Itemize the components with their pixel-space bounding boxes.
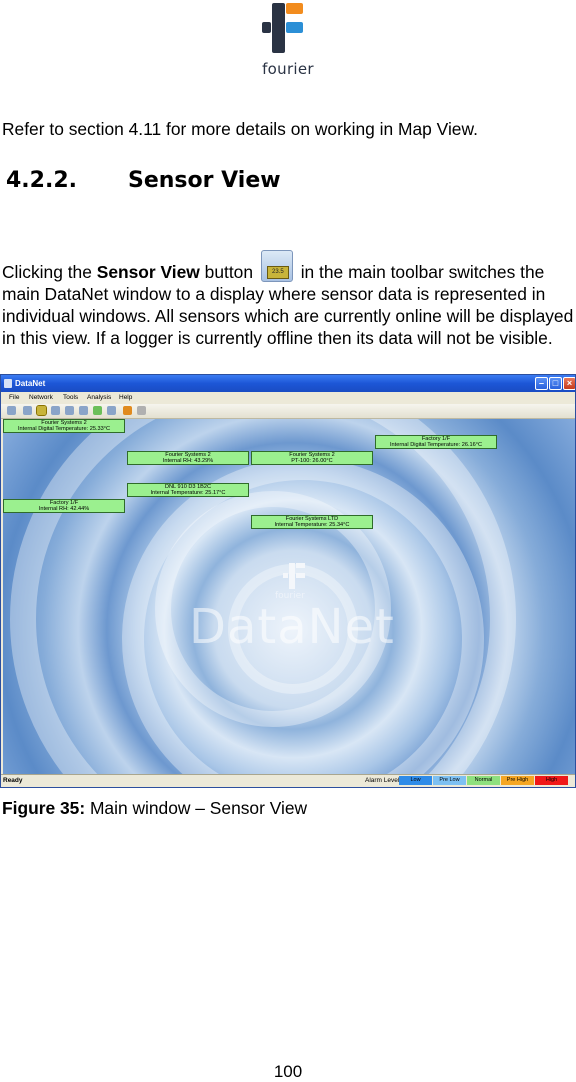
caption-label: Figure 35: [2, 798, 86, 818]
alarm-high: High [535, 776, 568, 785]
section-title: Sensor View [128, 168, 281, 193]
section-number: 4.2.2. [6, 168, 77, 193]
sensor-reading: Internal Digital Temperature: 25.33°C [18, 426, 110, 432]
sensor-card[interactable]: Factory 1/F Internal RH: 42.44% [3, 499, 125, 513]
toolbar-help-icon[interactable] [137, 406, 146, 415]
alarm-pre-high: Pre High [501, 776, 534, 785]
sensor-reading: Internal Temperature: 25.17°C [150, 490, 226, 496]
sensor-card[interactable]: Fourier Systems 2 Internal RH: 43.29% [127, 451, 249, 465]
sensor-card[interactable]: DNL 910 D3 1B2C Internal Temperature: 25… [127, 483, 249, 497]
sensor-card[interactable]: Fourier Systems 2 PT-100: 26.00°C [251, 451, 373, 465]
toolbar [1, 404, 575, 419]
window-title: DataNet [15, 379, 46, 388]
alarm-low: Low [399, 776, 432, 785]
toolbar-alarm-icon[interactable] [123, 406, 132, 415]
menu-help[interactable]: Help [119, 394, 132, 401]
para-bold: Sensor View [96, 262, 200, 282]
close-icon[interactable]: × [563, 377, 575, 390]
caption-text: Main window – Sensor View [85, 798, 308, 818]
toolbar-map-view-icon[interactable] [51, 406, 60, 415]
minimize-icon[interactable]: – [535, 377, 548, 390]
menu-analysis[interactable]: Analysis [87, 394, 111, 401]
sensor-view-icon-label: 23.5 [266, 266, 289, 279]
section-heading: 4.2.2. Sensor View [6, 168, 281, 193]
sensor-reading: Internal Temperature: 25.34°C [274, 522, 350, 528]
window-titlebar: DataNet – □ × [1, 375, 575, 392]
figure-caption: Figure 35: Main window – Sensor View [2, 797, 307, 819]
menu-tools[interactable]: Tools [63, 394, 78, 401]
toolbar-open-icon[interactable] [7, 406, 16, 415]
watermark-datanet: DataNet [189, 599, 395, 655]
page-number: 100 [273, 1062, 303, 1081]
sensor-card[interactable]: Factory 1/F Internal Digital Temperature… [375, 435, 497, 449]
sensor-view-canvas: Fourier Systems 2 Internal Digital Tempe… [3, 419, 575, 777]
alarm-level-label: Alarm Level: [365, 777, 402, 784]
toolbar-tools-icon[interactable] [107, 406, 116, 415]
sensor-view-button-icon: 23.5 [260, 250, 293, 282]
para-text-2: button [199, 262, 258, 282]
toolbar-table-icon[interactable] [79, 406, 88, 415]
status-bar: Ready Alarm Level: Low Pre Low Normal Pr… [1, 774, 575, 787]
sensor-reading: Internal RH: 43.29% [162, 458, 214, 464]
sensor-reading: Internal RH: 42.44% [38, 506, 90, 512]
toolbar-connect-icon[interactable] [23, 406, 32, 415]
app-icon [4, 379, 12, 388]
logo-wordmark: fourier [262, 60, 314, 78]
menu-bar: File Network Tools Analysis Help [1, 392, 575, 404]
maximize-icon[interactable]: □ [549, 377, 562, 390]
menu-file[interactable]: File [9, 394, 19, 401]
fourier-logo-icon [262, 3, 303, 53]
toolbar-record-icon[interactable] [93, 406, 102, 415]
status-ready: Ready [3, 777, 23, 784]
sensor-reading: Internal Digital Temperature: 26.16°C [390, 442, 482, 448]
alarm-normal: Normal [467, 776, 500, 785]
alarm-pre-low: Pre Low [433, 776, 466, 785]
datanet-window: DataNet – □ × File Network Tools Analysi… [0, 374, 576, 788]
toolbar-sensor-view-icon[interactable] [36, 405, 47, 416]
fourier-logo: fourier [256, 0, 320, 80]
sensor-card[interactable]: Fourier Systems LTD Internal Temperature… [251, 515, 373, 529]
sensor-card[interactable]: Fourier Systems 2 Internal Digital Tempe… [3, 419, 125, 433]
para-text-1: Clicking the [2, 262, 97, 282]
toolbar-graph-icon[interactable] [65, 406, 74, 415]
body-paragraph: Clicking the Sensor View button 23.5 in … [2, 250, 574, 349]
sensor-reading: PT-100: 26.00°C [291, 458, 333, 464]
intro-text: Refer to section 4.11 for more details o… [2, 119, 478, 139]
menu-network[interactable]: Network [29, 394, 53, 401]
